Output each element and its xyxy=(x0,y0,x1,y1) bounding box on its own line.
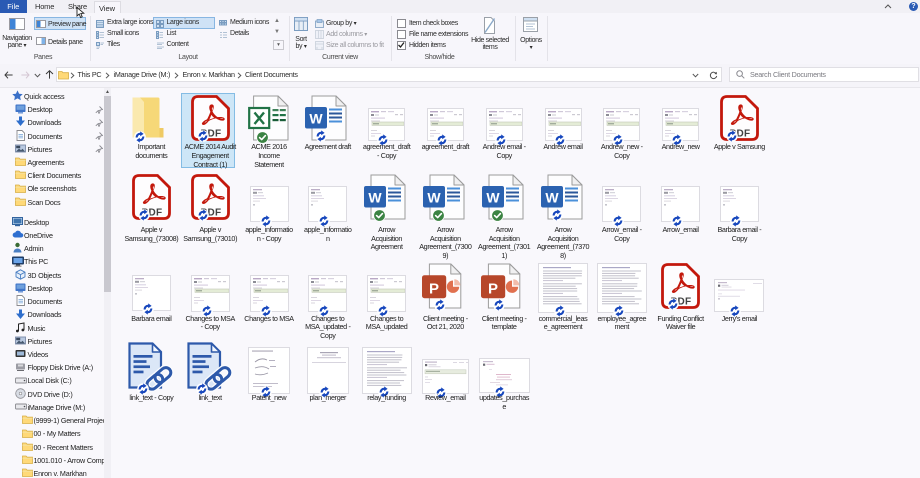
svg-text:W: W xyxy=(545,190,559,206)
svg-text:P: P xyxy=(429,280,439,297)
svg-text:W: W xyxy=(310,110,324,126)
svg-text:P: P xyxy=(488,280,498,297)
svg-text:W: W xyxy=(427,190,441,206)
svg-text:W: W xyxy=(486,190,500,206)
svg-text:W: W xyxy=(369,190,383,206)
